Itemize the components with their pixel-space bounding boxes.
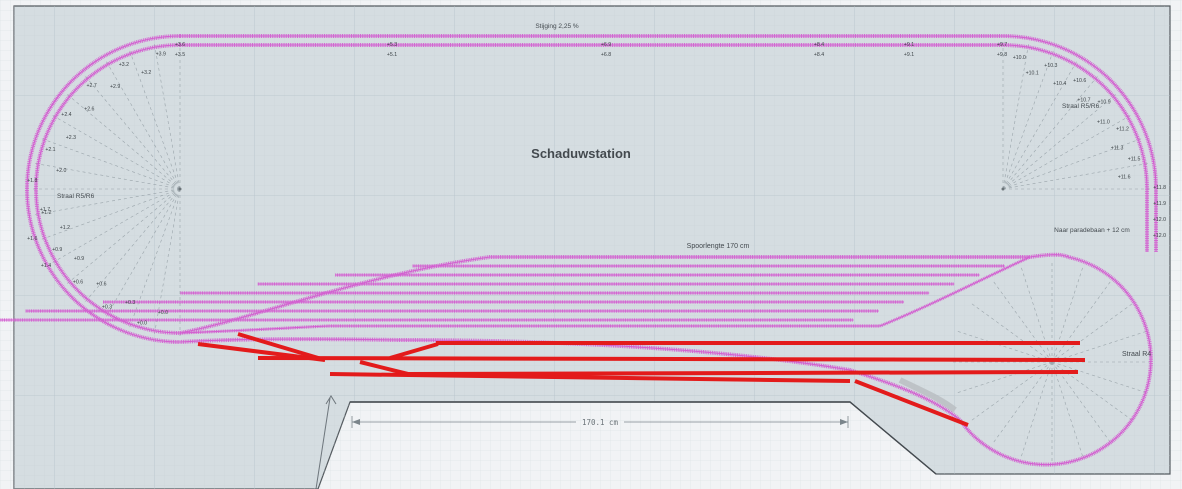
elev-left-upper-4: +2.7 (86, 83, 96, 89)
elev-left-upper-6: +2.4 (61, 112, 71, 118)
elev-left-lower-1: +1.2 (60, 225, 70, 231)
exit-label: Naar paradebaan + 12 cm (1054, 227, 1130, 234)
elev-outer-5: +9.7 (997, 42, 1007, 48)
elev-outer-4: +9.1 (904, 42, 914, 48)
elev-right-6: +10.9 (1097, 99, 1110, 105)
elev-left-lower-5: +0.6 (96, 282, 106, 288)
red-track-6 (407, 370, 1079, 376)
elev-right-0: +10.0 (1013, 55, 1026, 61)
siding-length-label: Spoorlengte 170 cm (687, 243, 750, 250)
elev-left-upper-0: +3.9 (156, 51, 166, 57)
elev-left-upper-8: +2.1 (45, 147, 55, 153)
elev-right-12: +11.8 (1153, 185, 1166, 191)
elev-left-lower-9: +0.0 (158, 310, 168, 316)
elev-right-3: +10.4 (1053, 81, 1066, 87)
elev-left-mid-2: +1.6 (27, 236, 37, 242)
left-centre-marker (178, 187, 182, 191)
radius-right-label: Straal R5/R6 (1062, 103, 1100, 110)
elev-outer-2: +6.9 (601, 42, 611, 48)
elev-left-lower-0: +1.2 (41, 210, 51, 216)
track-plan-canvas: 170.1 cm +3.6 +5.3 +6.9 +8.4 +9.1 +9.7 +3.5 +5.… (0, 0, 1182, 489)
elev-inner-4: +9.1 (904, 52, 914, 58)
station-title: Schaduwstation (531, 146, 631, 161)
elev-inner-0: +3.5 (175, 52, 185, 58)
elev-left-upper-2: +3.2 (119, 62, 129, 68)
elev-left-upper-1: +3.2 (141, 70, 151, 76)
radius-left-label: Straal R5/R6 (57, 193, 95, 200)
elev-right-7: +11.0 (1097, 120, 1110, 126)
elev-outer-3: +8.4 (814, 42, 824, 48)
elev-left-upper-7: +2.3 (66, 135, 76, 141)
elev-left-lower-3: +0.9 (74, 256, 84, 262)
dimension-label: 170.1 cm (582, 418, 619, 427)
elev-outer-0: +3.6 (175, 42, 185, 48)
elev-right-9: +11.3 (1111, 146, 1124, 152)
elev-right-10: +11.5 (1128, 157, 1141, 163)
elev-inner-3: +8.4 (814, 52, 824, 58)
elev-left-lower-7: +0.3 (125, 300, 135, 306)
red-track-3 (257, 356, 1086, 362)
radius-loop-label: Straal R4 (1122, 351, 1151, 358)
elev-right-4: +10.6 (1073, 78, 1086, 84)
elev-left-mid-3: +1.4 (41, 263, 51, 269)
track-plan-svg: 170.1 cm +3.6 +5.3 +6.9 +8.4 +9.1 +9.7 +3.5 +5.… (0, 0, 1182, 489)
grade-label: Stijging 2,25 % (535, 23, 579, 30)
elev-left-lower-4: +0.6 (73, 279, 83, 285)
elev-right-15: +12.0 (1153, 233, 1166, 239)
elev-left-upper-9: +2.0 (56, 168, 66, 174)
elev-right-14: +12.0 (1153, 217, 1166, 223)
elev-left-lower-2: +0.9 (52, 247, 62, 253)
elev-left-mid-0: +1.8 (27, 178, 37, 184)
elev-left-lower-6: +0.3 (102, 305, 112, 311)
elev-left-upper-3: +2.9 (110, 84, 120, 90)
elev-right-2: +10.3 (1044, 63, 1057, 69)
right-centre-marker (1001, 187, 1005, 191)
elev-inner-5: +9.8 (997, 52, 1007, 58)
elev-outer-1: +5.3 (387, 42, 397, 48)
elev-inner-1: +5.1 (387, 52, 397, 58)
elev-left-upper-5: +2.6 (84, 106, 94, 112)
elev-inner-2: +6.8 (601, 52, 611, 58)
elev-right-11: +11.6 (1118, 174, 1131, 180)
elev-right-1: +10.1 (1026, 71, 1039, 77)
elev-right-8: +11.2 (1116, 126, 1129, 132)
elev-left-lower-8: +0.0 (137, 321, 147, 327)
elev-right-13: +11.9 (1153, 201, 1166, 207)
